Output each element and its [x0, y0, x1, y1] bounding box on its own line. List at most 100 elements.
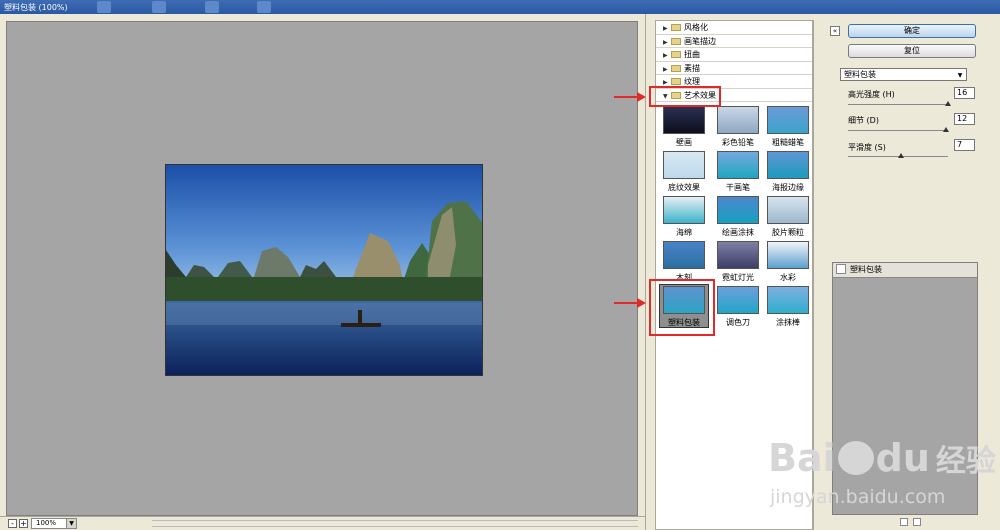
- thumb-paint-daubs[interactable]: 绘画涂抹: [715, 196, 761, 238]
- thumb-smudge-stick[interactable]: 涂抹棒: [765, 286, 811, 328]
- thumbnail-image: [767, 286, 809, 314]
- expand-arrow-icon: ▶: [663, 25, 668, 32]
- thumbnail-image: [717, 106, 759, 134]
- thumb-film-grain[interactable]: 胶片颗粒: [765, 196, 811, 238]
- status-bar: - + 100% ▼: [0, 516, 645, 530]
- collapse-gallery-icon[interactable]: «: [830, 26, 840, 36]
- thumb-cutout[interactable]: 木刻: [661, 241, 707, 283]
- folder-icon: [671, 78, 681, 85]
- window-titlebar: 塑料包装 (100%): [0, 0, 1000, 14]
- horizontal-scrollbar[interactable]: [152, 520, 638, 527]
- thumb-label: 海绵: [676, 228, 692, 237]
- thumb-label: 海报边缘: [772, 183, 804, 192]
- thumb-label: 绘画涂抹: [722, 228, 754, 237]
- watermark-logo: Bai du 经验: [768, 436, 996, 480]
- taskbar-icon: [257, 1, 271, 13]
- filter-select-value: 塑料包装: [844, 70, 876, 79]
- taskbar-icon: [205, 1, 219, 13]
- param-label: 高光强度 (H): [848, 90, 895, 99]
- thumbnail-image: [663, 106, 705, 134]
- thumbnail-image: [767, 106, 809, 134]
- zoom-in-button[interactable]: +: [19, 519, 28, 528]
- expand-arrow-icon: ▶: [663, 65, 668, 73]
- thumb-label: 水彩: [780, 273, 796, 282]
- thumb-label: 涂抹棒: [776, 318, 800, 327]
- category-stylize[interactable]: ▶ 风格化: [656, 21, 812, 35]
- thumb-underpainting[interactable]: 底纹效果: [661, 151, 707, 193]
- paw-icon: [837, 441, 874, 475]
- thumb-label: 粗糙蜡笔: [772, 138, 804, 147]
- thumb-fresco[interactable]: 壁画: [661, 106, 707, 148]
- folder-icon: [671, 64, 681, 72]
- thumb-label: 彩色铅笔: [722, 138, 754, 147]
- thumb-label: 调色刀: [726, 318, 750, 327]
- highlight-strength-input[interactable]: 16: [954, 87, 975, 99]
- thumb-sponge[interactable]: 海绵: [661, 196, 707, 238]
- slider-track[interactable]: [848, 104, 948, 105]
- slider-knob[interactable]: [945, 101, 951, 106]
- preview-canvas[interactable]: [6, 21, 638, 516]
- category-brush-strokes[interactable]: ▶ 画笔描边: [656, 35, 812, 48]
- expand-arrow-icon: ▶: [663, 38, 668, 46]
- annotation-arrow-icon: [637, 298, 646, 308]
- thumbnail-image: [663, 151, 705, 179]
- zoom-select[interactable]: 100% ▼: [31, 518, 77, 529]
- folder-icon: [671, 24, 681, 31]
- delete-layer-icon[interactable]: [913, 518, 921, 526]
- thumb-poster-edges[interactable]: 海报边缘: [765, 151, 811, 193]
- category-label: 画笔描边: [684, 36, 716, 46]
- category-sketch[interactable]: ▶ 素描: [656, 62, 812, 75]
- watermark-brand: Bai: [768, 436, 836, 480]
- zoom-out-button[interactable]: -: [8, 519, 17, 528]
- window-title: 塑料包装 (100%): [4, 3, 68, 12]
- category-distort[interactable]: ▶ 扭曲: [656, 48, 812, 62]
- thumbnail-image: [717, 151, 759, 179]
- preview-image: [165, 164, 483, 376]
- category-label: 风格化: [684, 23, 708, 32]
- taskbar-icon: [97, 1, 111, 13]
- folder-icon: [671, 51, 681, 58]
- expand-arrow-icon: ▶: [663, 52, 668, 59]
- slider-knob[interactable]: [943, 127, 949, 132]
- thumbnail-image: [663, 241, 705, 269]
- thumb-palette-knife[interactable]: 调色刀: [715, 286, 761, 328]
- thumbnail-image: [663, 196, 705, 224]
- visibility-icon[interactable]: [836, 264, 846, 274]
- new-layer-icon[interactable]: [900, 518, 908, 526]
- thumb-label: 底纹效果: [668, 183, 700, 192]
- ok-button[interactable]: 确定: [848, 24, 976, 38]
- thumb-rough-pastels[interactable]: 粗糙蜡笔: [765, 106, 811, 148]
- effect-layer[interactable]: 塑料包装: [833, 263, 977, 278]
- smoothness-input[interactable]: 7: [954, 139, 975, 151]
- thumb-colored-pencil[interactable]: 彩色铅笔: [715, 106, 761, 148]
- annotation-box-thumbnail: [649, 279, 715, 336]
- thumb-watercolor[interactable]: 水彩: [765, 241, 811, 283]
- thumb-neon-glow[interactable]: 霓虹灯光: [715, 241, 761, 283]
- slider-knob[interactable]: [898, 153, 904, 158]
- thumbnail-image: [717, 286, 759, 314]
- detail-input[interactable]: 12: [954, 113, 975, 125]
- filter-select[interactable]: 塑料包装 ▼: [840, 68, 967, 81]
- thumb-label: 壁画: [676, 138, 692, 147]
- chevron-down-icon: ▼: [957, 72, 963, 79]
- slider-track[interactable]: [848, 130, 948, 131]
- thumb-label: 胶片颗粒: [772, 228, 804, 237]
- thumb-label: 霓虹灯光: [722, 273, 754, 282]
- annotation-arrow-icon: [637, 92, 646, 102]
- param-label: 细节 (D): [848, 116, 879, 125]
- effect-layer-label: 塑料包装: [850, 265, 882, 274]
- category-label: 素描: [684, 63, 700, 73]
- annotation-arrow: [614, 302, 638, 304]
- reset-button[interactable]: 复位: [848, 44, 976, 58]
- thumbnail-image: [717, 241, 759, 269]
- watermark-url: jingyan.baidu.com: [770, 486, 946, 508]
- thumb-label: 干画笔: [726, 183, 750, 192]
- thumbnail-image: [767, 241, 809, 269]
- folder-icon: [671, 37, 681, 45]
- chevron-down-icon: ▼: [66, 519, 76, 528]
- thumb-dry-brush[interactable]: 干画笔: [715, 151, 761, 193]
- annotation-box-category: [649, 86, 721, 107]
- category-label: 纹理: [684, 77, 700, 86]
- thumbnail-image: [767, 151, 809, 179]
- thumbnail-image: [717, 196, 759, 224]
